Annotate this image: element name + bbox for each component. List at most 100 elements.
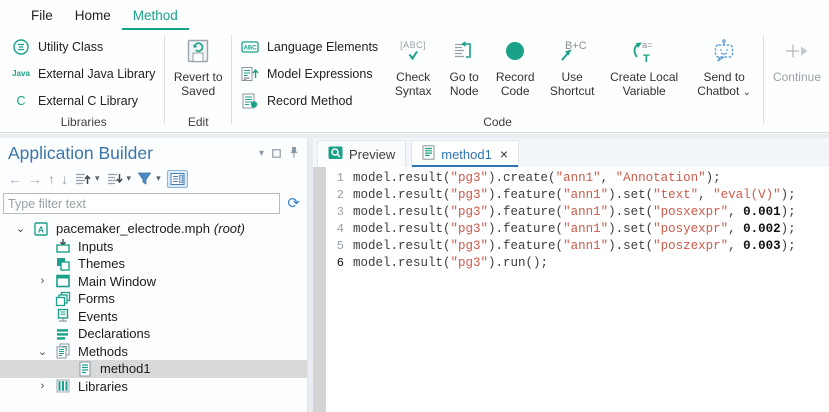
chevron-down-icon[interactable]: ▾ bbox=[95, 173, 100, 184]
use-shortcut-button[interactable]: B+C Use Shortcut bbox=[542, 32, 602, 99]
chevron-expanded-icon[interactable]: ⌄ bbox=[32, 345, 53, 358]
record-method-icon bbox=[240, 93, 260, 109]
check-syntax-label: Check Syntax bbox=[386, 70, 440, 99]
tree-item-label: Inputs bbox=[78, 239, 113, 254]
send-to-chatbot-button[interactable]: Send to Chatbot ⌄ bbox=[686, 32, 762, 99]
language-elements-label: Language Elements bbox=[267, 40, 378, 54]
tab-method1[interactable]: method1 × bbox=[411, 140, 519, 167]
tree-toolbar: ← → ↑ ↓ ▾ ▾ ▾ bbox=[0, 164, 307, 190]
tree-item-forms[interactable]: Forms bbox=[0, 290, 307, 308]
line-number: 1 bbox=[326, 170, 353, 187]
record-method-button[interactable]: Record Method bbox=[233, 87, 386, 114]
model-tree: ⌄Apacemaker_electrode.mph(root)InputsThe… bbox=[0, 220, 307, 395]
code-text: model.result("pg3").feature("ann1").set(… bbox=[353, 187, 796, 204]
send-to-chatbot-label: Send to Chatbot ⌄ bbox=[686, 70, 762, 99]
forward-arrow-icon[interactable]: → bbox=[28, 172, 42, 186]
tree-item-inputs[interactable]: Inputs bbox=[0, 238, 307, 256]
tab-method[interactable]: Method bbox=[122, 3, 189, 30]
tree-item-label: Methods bbox=[78, 344, 128, 359]
tree-item-label: method1 bbox=[100, 361, 151, 376]
group-divider bbox=[164, 35, 165, 124]
tree-item-declarations[interactable]: Declarations bbox=[0, 325, 307, 343]
java-icon: Java bbox=[11, 69, 31, 78]
svg-text:A: A bbox=[38, 224, 44, 234]
continue-button[interactable]: Continue bbox=[765, 32, 829, 84]
tab-preview[interactable]: Preview bbox=[317, 140, 406, 167]
line-number: 6 bbox=[326, 255, 353, 272]
go-to-node-button[interactable]: Go to Node bbox=[440, 32, 488, 99]
code-line-6[interactable]: 6model.result("pg3").run(); bbox=[313, 255, 829, 272]
refresh-icon[interactable]: ⟳ bbox=[287, 196, 300, 211]
tree-item-suffix: (root) bbox=[214, 221, 245, 236]
code-line-5[interactable]: 5model.result("pg3").feature("ann1").set… bbox=[313, 238, 829, 255]
back-arrow-icon[interactable]: ← bbox=[8, 172, 22, 186]
tree-item-label: Events bbox=[78, 309, 118, 324]
tab-home[interactable]: Home bbox=[64, 3, 122, 30]
tree-item-libraries[interactable]: ›Libraries bbox=[0, 378, 307, 396]
inputs-icon bbox=[53, 238, 73, 254]
collapse-list-icon[interactable] bbox=[74, 171, 91, 187]
create-local-variable-button[interactable]: a=T Create Local Variable bbox=[602, 32, 686, 99]
tree-item-method1[interactable]: method1 bbox=[0, 360, 307, 378]
record-code-button[interactable]: Record Code bbox=[488, 32, 542, 99]
external-c-library-button[interactable]: C External C Library bbox=[4, 87, 163, 114]
chevron-collapsed-icon[interactable]: › bbox=[32, 380, 53, 392]
revert-to-saved-button[interactable]: Revert to Saved bbox=[168, 32, 228, 99]
group-label-code: Code bbox=[233, 115, 762, 129]
svg-text:ABC: ABC bbox=[243, 45, 257, 51]
code-text: model.result("pg3").feature("ann1").set(… bbox=[353, 238, 796, 255]
tab-file[interactable]: File bbox=[20, 3, 64, 30]
model-expressions-button[interactable]: a= Model Expressions bbox=[233, 60, 386, 87]
go-to-node-icon bbox=[452, 34, 476, 68]
panel-float-icon[interactable] bbox=[272, 146, 281, 161]
external-java-library-button[interactable]: Java External Java Library bbox=[4, 60, 163, 87]
move-down-icon[interactable]: ↓ bbox=[61, 172, 68, 186]
methods-icon bbox=[53, 343, 73, 359]
chatbot-icon bbox=[711, 34, 737, 68]
use-shortcut-icon: B+C bbox=[556, 34, 588, 68]
code-line-2[interactable]: 2model.result("pg3").feature("ann1").set… bbox=[313, 187, 829, 204]
code-line-3[interactable]: 3model.result("pg3").feature("ann1").set… bbox=[313, 204, 829, 221]
code-area[interactable]: 1model.result("pg3").create("ann1", "Ann… bbox=[313, 167, 829, 412]
filter-input[interactable] bbox=[3, 193, 280, 214]
panel-pin-icon[interactable] bbox=[289, 146, 299, 161]
chevron-down-icon[interactable]: ▾ bbox=[127, 173, 132, 184]
panel-menu-icon[interactable]: ▾ bbox=[259, 148, 264, 159]
language-elements-icon: ABC bbox=[240, 39, 260, 55]
expand-list-icon[interactable] bbox=[106, 171, 123, 187]
move-up-icon[interactable]: ↑ bbox=[48, 172, 55, 186]
utility-class-icon bbox=[11, 38, 31, 56]
themes-icon bbox=[53, 256, 73, 272]
forms-icon bbox=[53, 291, 73, 307]
code-text: model.result("pg3").run(); bbox=[353, 255, 548, 272]
group-edit: Revert to Saved Edit bbox=[166, 30, 230, 132]
method-editor: Preview method1 × 1model.result("pg3").c… bbox=[313, 138, 829, 412]
close-icon[interactable]: × bbox=[500, 146, 508, 162]
tree-item-methods[interactable]: ⌄ Methods bbox=[0, 343, 307, 361]
line-number: 5 bbox=[326, 238, 353, 255]
chevron-down-icon[interactable]: ▾ bbox=[156, 173, 161, 184]
tab-method1-label: method1 bbox=[441, 147, 492, 162]
group-divider bbox=[231, 35, 232, 124]
tree-item-events[interactable]: Events bbox=[0, 308, 307, 326]
check-syntax-button[interactable]: [ABC] Check Syntax bbox=[386, 32, 440, 99]
use-shortcut-label: Use Shortcut bbox=[542, 70, 602, 99]
tree-item-label: Themes bbox=[78, 256, 125, 271]
chevron-collapsed-icon[interactable]: › bbox=[32, 275, 53, 287]
events-icon bbox=[53, 308, 73, 324]
svg-text:T: T bbox=[643, 53, 650, 64]
code-line-4[interactable]: 4model.result("pg3").feature("ann1").set… bbox=[313, 221, 829, 238]
group-code: ABC Language Elements a= Model Expressio… bbox=[233, 30, 762, 132]
tree-item-pacemaker-electrode-mph[interactable]: ⌄Apacemaker_electrode.mph(root) bbox=[0, 220, 307, 238]
language-elements-button[interactable]: ABC Language Elements bbox=[233, 33, 386, 60]
c-icon: C bbox=[11, 94, 31, 108]
tree-item-themes[interactable]: Themes bbox=[0, 255, 307, 273]
utility-class-button[interactable]: Utility Class bbox=[4, 33, 163, 60]
tree-item-main-window[interactable]: ›Main Window bbox=[0, 273, 307, 291]
line-number: 4 bbox=[326, 221, 353, 238]
revert-to-saved-icon bbox=[184, 34, 212, 68]
code-line-1[interactable]: 1model.result("pg3").create("ann1", "Ann… bbox=[313, 170, 829, 187]
filter-icon[interactable] bbox=[137, 171, 152, 186]
chevron-expanded-icon[interactable]: ⌄ bbox=[10, 222, 31, 235]
show-editor-tools-toggle[interactable] bbox=[167, 170, 188, 188]
